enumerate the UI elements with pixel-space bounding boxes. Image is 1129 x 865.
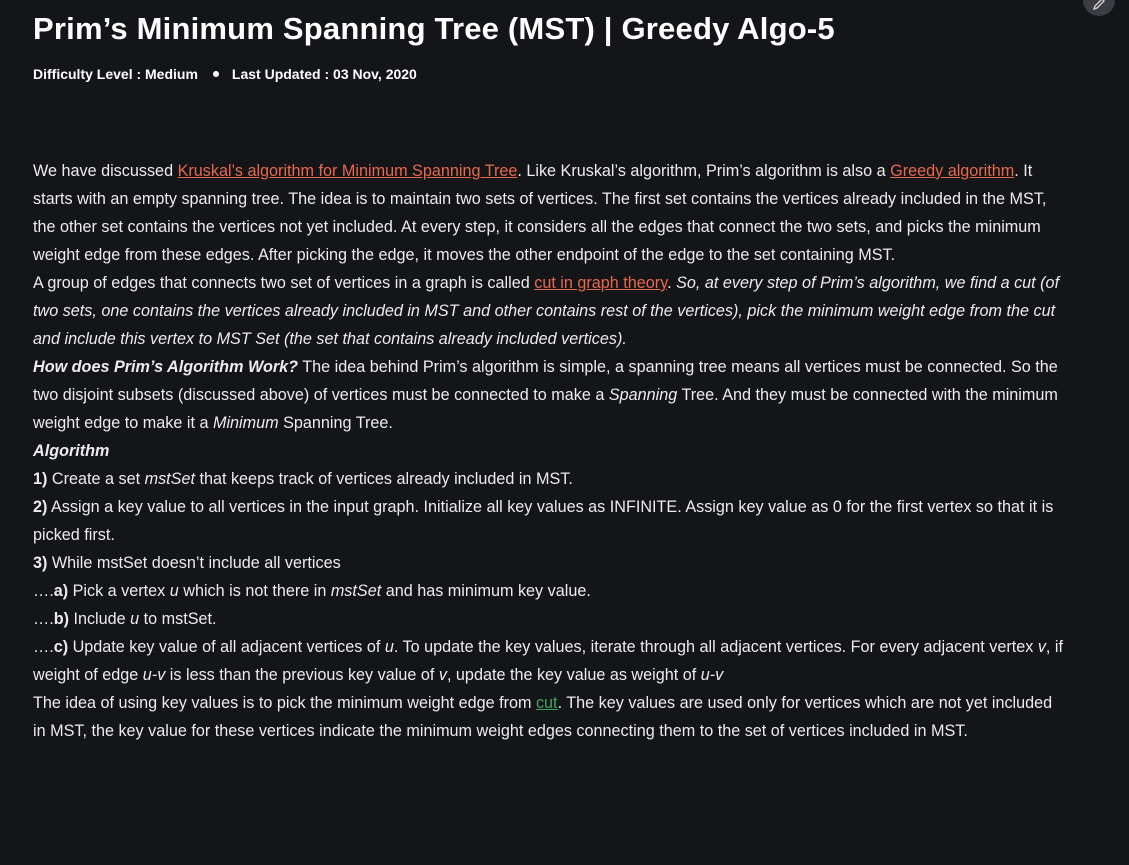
- cut-in-graph-theory-link[interactable]: cut in graph theory: [534, 274, 667, 292]
- last-updated: Last Updated : 03 Nov, 2020: [231, 66, 417, 82]
- how-it-works-paragraph: How does Prim’s Algorithm Work? The idea…: [33, 358, 1058, 432]
- algorithm-step-1: 1) Create a set mstSet that keeps track …: [33, 470, 573, 488]
- article-header: Prim’s Minimum Spanning Tree (MST) | Gre…: [33, 8, 1089, 82]
- algorithm-step-3c: ….c) Update key value of all adjacent ve…: [33, 638, 1063, 684]
- greedy-algorithm-link[interactable]: Greedy algorithm: [890, 162, 1014, 180]
- algorithm-step-2: 2) Assign a key value to all vertices in…: [33, 498, 1054, 544]
- difficulty-level: Difficulty Level : Medium: [33, 66, 198, 82]
- article-body: We have discussed Kruskal’s algorithm fo…: [33, 157, 1065, 745]
- algorithm-step-3b: ….b) Include u to mstSet.: [33, 610, 217, 628]
- algorithm-step-3: 3) While mstSet doesn’t include all vert…: [33, 554, 341, 572]
- intro-paragraph: We have discussed Kruskal’s algorithm fo…: [33, 162, 1047, 264]
- kruskal-link[interactable]: Kruskal’s algorithm for Minimum Spanning…: [178, 162, 518, 180]
- cut-paragraph: A group of edges that connects two set o…: [33, 274, 1060, 348]
- how-it-works-heading: How does Prim’s Algorithm Work?: [33, 358, 299, 376]
- pencil-icon: [1092, 0, 1105, 11]
- cut-link[interactable]: cut: [536, 694, 558, 712]
- algorithm-step-3a: ….a) Pick a vertex u which is not there …: [33, 582, 591, 600]
- algorithm-heading: Algorithm: [33, 442, 110, 460]
- article-meta: Difficulty Level : Medium Last Updated :…: [33, 66, 1089, 82]
- page-title: Prim’s Minimum Spanning Tree (MST) | Gre…: [33, 11, 835, 46]
- key-values-paragraph: The idea of using key values is to pick …: [33, 694, 1053, 740]
- separator-dot: [212, 71, 219, 77]
